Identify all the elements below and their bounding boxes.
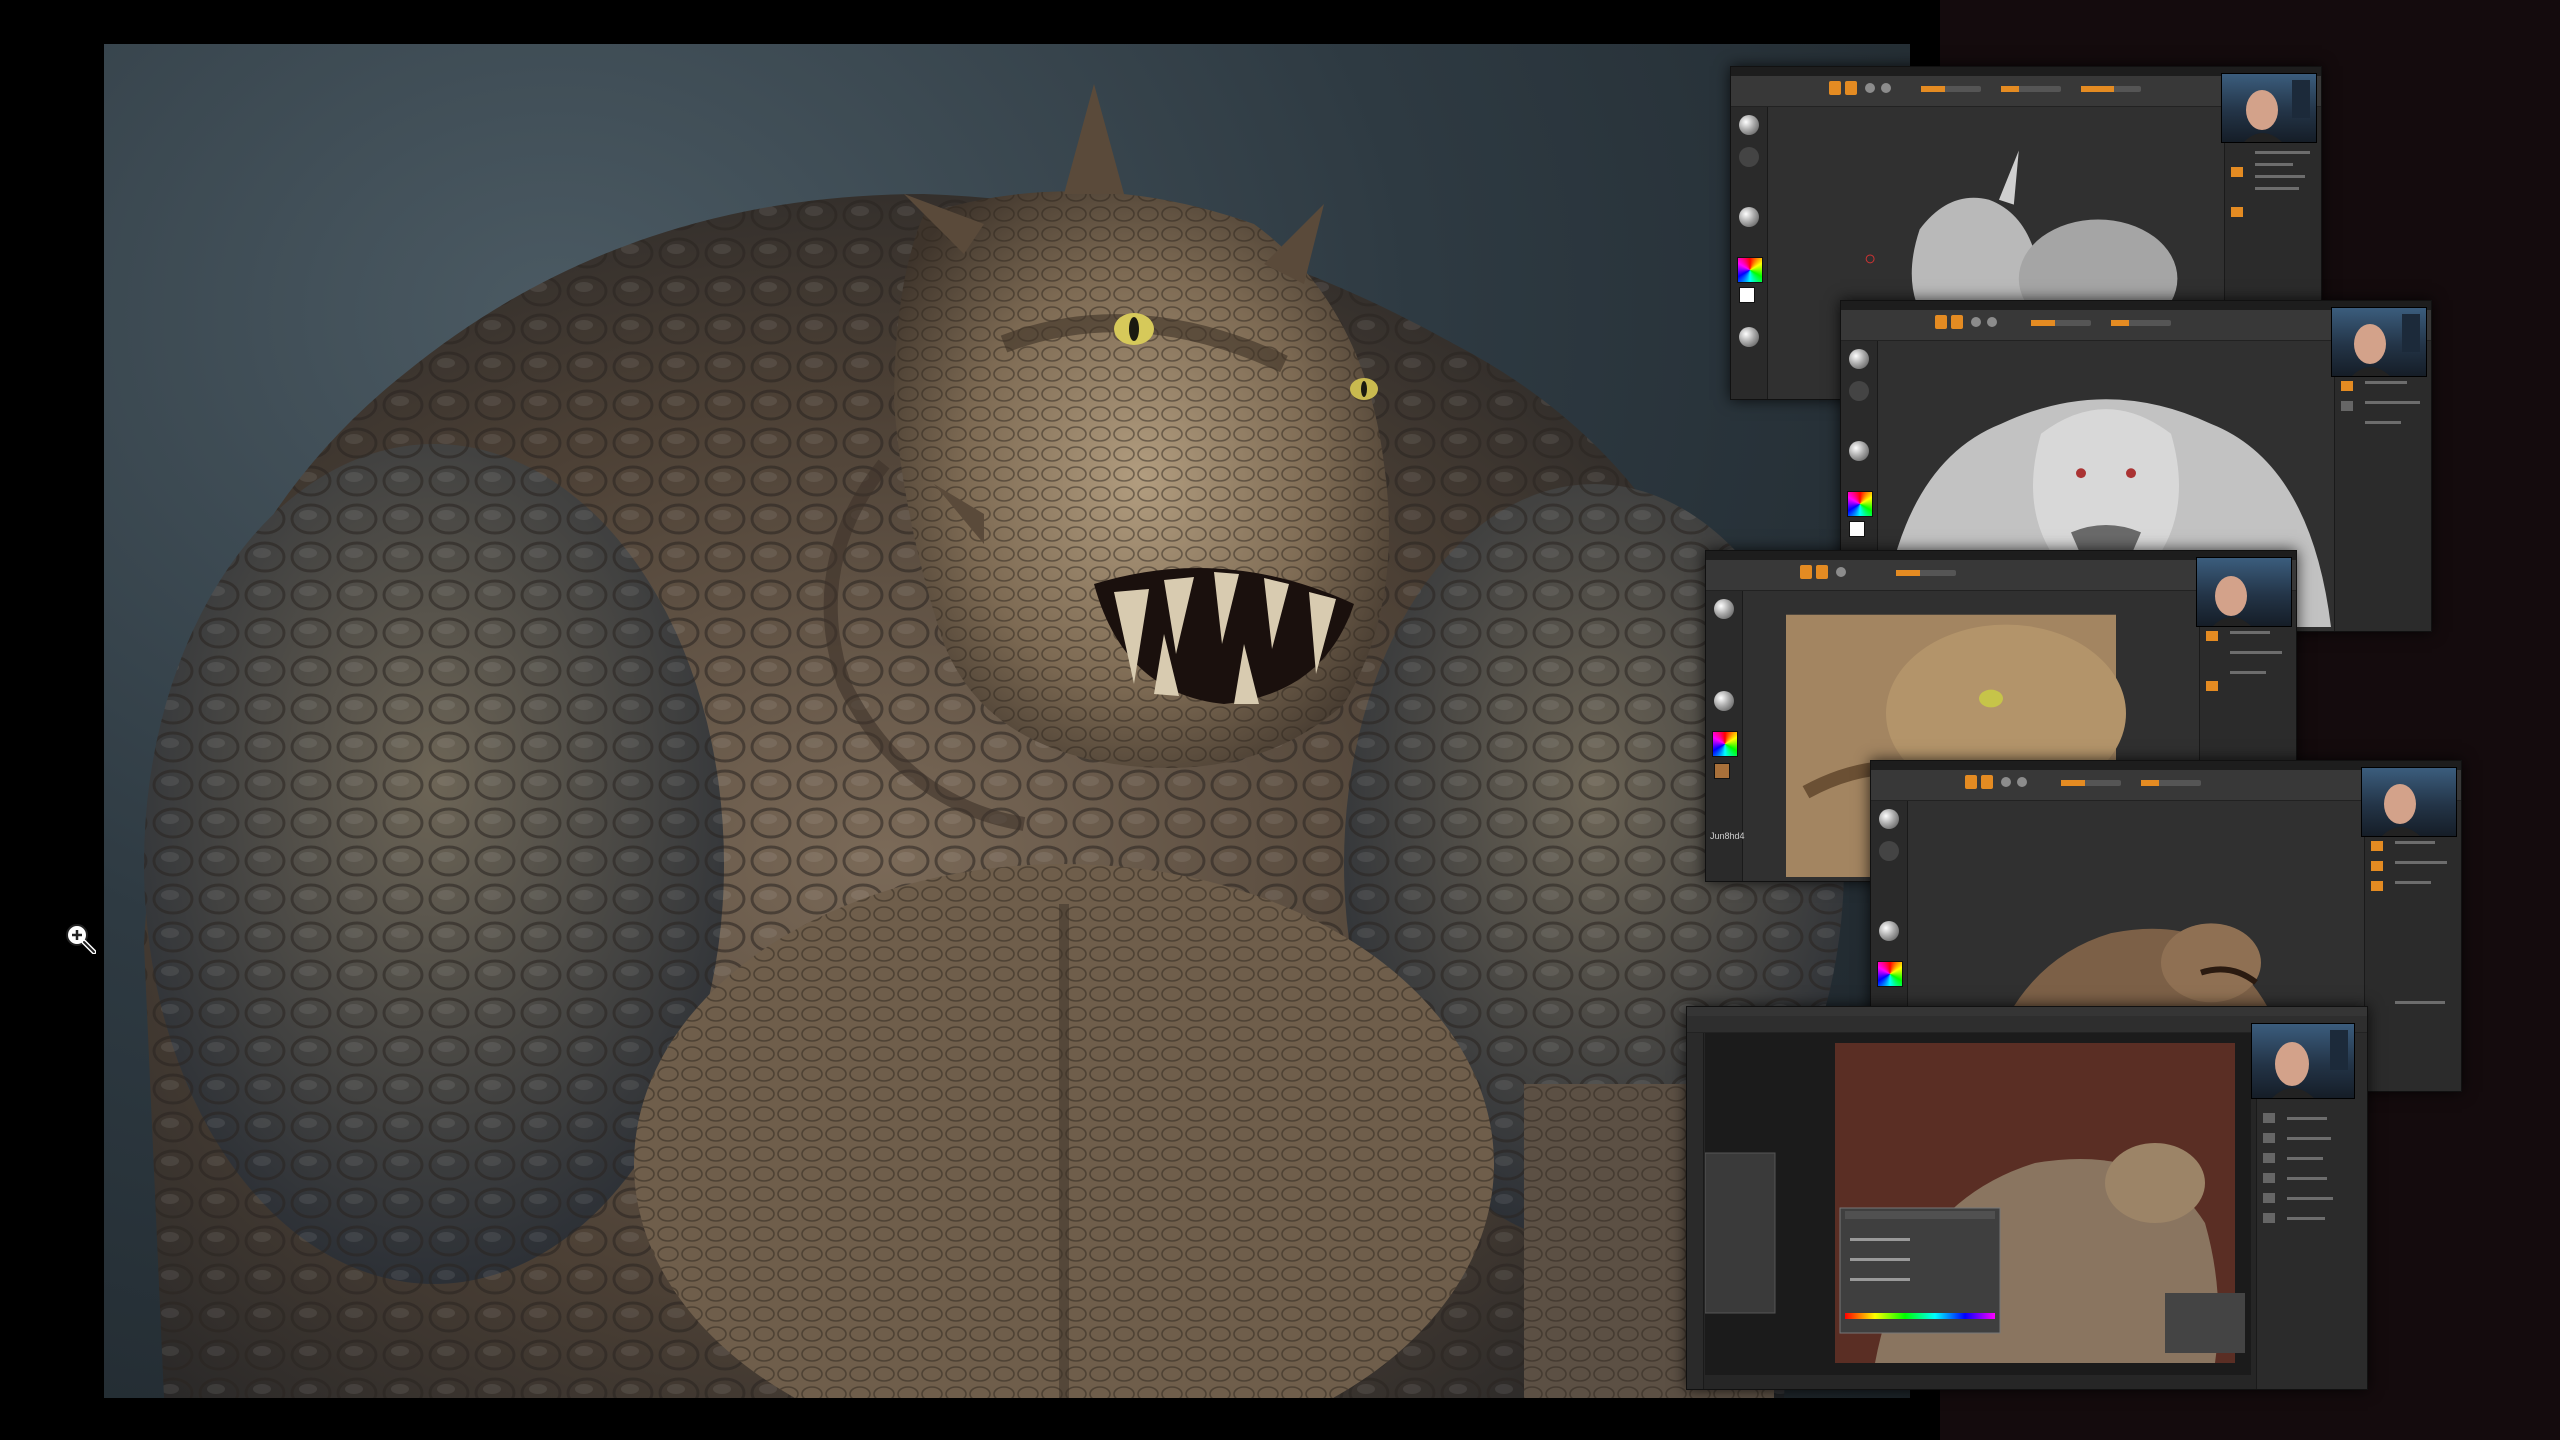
layer-thumb-icon[interactable] xyxy=(2263,1113,2275,1123)
webcam-overlay xyxy=(2251,1023,2355,1099)
intensity-slider[interactable] xyxy=(2111,320,2171,326)
left-tray xyxy=(1731,107,1768,399)
menu-bar xyxy=(1687,1007,2367,1016)
canvas[interactable] xyxy=(1705,1033,2251,1375)
scale-icon[interactable] xyxy=(1836,567,1846,577)
draw-button[interactable] xyxy=(1965,775,1977,789)
tool-orange-icon[interactable] xyxy=(2231,167,2243,177)
tool-icon[interactable] xyxy=(2341,401,2353,411)
move-button[interactable] xyxy=(1816,565,1828,579)
color-swatch[interactable] xyxy=(1714,763,1730,779)
draw-size-slider[interactable] xyxy=(1921,86,1981,92)
tool-orange-icon[interactable] xyxy=(2371,841,2383,851)
move-button[interactable] xyxy=(1951,315,1963,329)
brush-icon[interactable] xyxy=(1879,809,1899,829)
image-viewer: Jun8hd4 xyxy=(0,0,2560,1440)
creature-final-render[interactable] xyxy=(104,44,1910,1398)
color-picker[interactable] xyxy=(1712,731,1738,757)
sphere-icon[interactable] xyxy=(1739,327,1759,347)
color-picker[interactable] xyxy=(1877,961,1903,987)
draw-button[interactable] xyxy=(1829,81,1841,95)
layer-thumb-icon[interactable] xyxy=(2263,1133,2275,1143)
scale-icon[interactable] xyxy=(1865,83,1875,93)
webcam-overlay xyxy=(2361,767,2457,837)
tool-orange-icon[interactable] xyxy=(2206,631,2218,641)
right-tray xyxy=(2334,341,2431,631)
color-swatch[interactable] xyxy=(1849,521,1865,537)
webcam-overlay xyxy=(2221,73,2317,143)
rotate-icon[interactable] xyxy=(2017,777,2027,787)
zoom-in-icon[interactable] xyxy=(64,922,96,954)
tool-orange-icon[interactable] xyxy=(2371,861,2383,871)
tool-orange-icon[interactable] xyxy=(2371,881,2383,891)
stroke-icon[interactable] xyxy=(1739,147,1759,167)
color-picker[interactable] xyxy=(1737,257,1763,283)
draw-size-slider[interactable] xyxy=(2031,320,2091,326)
tool-orange-icon[interactable] xyxy=(2341,381,2353,391)
scale-icon[interactable] xyxy=(2001,777,2011,787)
draw-button[interactable] xyxy=(1800,565,1812,579)
brush-icon[interactable] xyxy=(1739,115,1759,135)
creature-illustration xyxy=(144,84,1844,1398)
intensity-slider[interactable] xyxy=(2141,780,2201,786)
stroke-icon[interactable] xyxy=(1849,381,1869,401)
material-icon[interactable] xyxy=(1739,207,1759,227)
stroke-icon[interactable] xyxy=(1879,841,1899,861)
tool-orange-icon[interactable] xyxy=(2231,207,2243,217)
draw-size-slider[interactable] xyxy=(1896,570,1956,576)
webcam-overlay xyxy=(2196,557,2292,627)
photoshop-screenshot-compositing[interactable] xyxy=(1686,1006,2368,1390)
tools-panel xyxy=(1687,1033,1704,1389)
material-icon[interactable] xyxy=(1879,921,1899,941)
color-picker[interactable] xyxy=(1847,491,1873,517)
intensity-slider[interactable] xyxy=(2001,86,2061,92)
move-button[interactable] xyxy=(1845,81,1857,95)
scale-icon[interactable] xyxy=(1971,317,1981,327)
brush-name-label: Jun8hd4 xyxy=(1710,831,1745,841)
focal-shift-slider[interactable] xyxy=(2081,86,2141,92)
brush-icon[interactable] xyxy=(1849,349,1869,369)
rotate-icon[interactable] xyxy=(1987,317,1997,327)
brush-icon[interactable] xyxy=(1714,599,1734,619)
rotate-icon[interactable] xyxy=(1881,83,1891,93)
move-button[interactable] xyxy=(1981,775,1993,789)
tool-orange-icon[interactable] xyxy=(2206,681,2218,691)
webcam-overlay xyxy=(2331,307,2427,377)
material-icon[interactable] xyxy=(1849,441,1869,461)
material-icon[interactable] xyxy=(1714,691,1734,711)
layer-thumb-icon[interactable] xyxy=(2263,1213,2275,1223)
draw-size-slider[interactable] xyxy=(2061,780,2121,786)
layer-thumb-icon[interactable] xyxy=(2263,1193,2275,1203)
layer-thumb-icon[interactable] xyxy=(2263,1173,2275,1183)
layer-thumb-icon[interactable] xyxy=(2263,1153,2275,1163)
right-tray xyxy=(2364,801,2461,1091)
color-swatch[interactable] xyxy=(1739,287,1755,303)
draw-button[interactable] xyxy=(1935,315,1947,329)
